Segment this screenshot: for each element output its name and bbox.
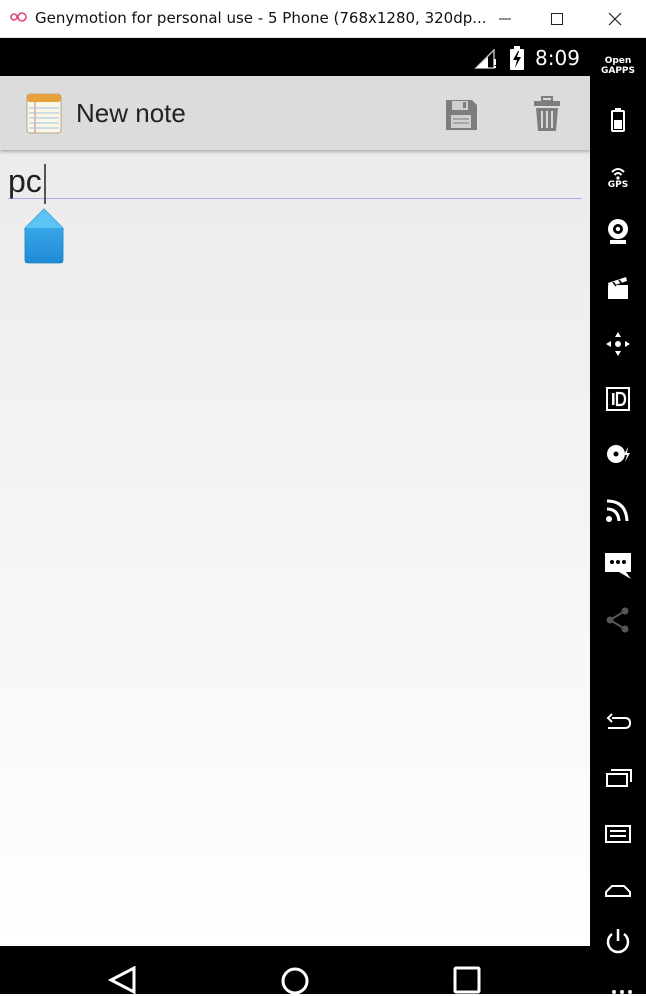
action-bar: New note — [0, 76, 590, 150]
webcam-widget-button[interactable] — [590, 211, 646, 251]
back-icon[interactable] — [108, 966, 138, 994]
save-icon — [446, 100, 477, 130]
network-icon — [606, 499, 629, 522]
side-home-button[interactable] — [590, 868, 646, 908]
save-button[interactable] — [440, 94, 482, 136]
open-gapps-line2: GAPPS — [600, 66, 636, 76]
text-selection-handle[interactable] — [24, 208, 66, 266]
menu-icon — [605, 825, 631, 843]
phone-screen: 8:09 New note pc — [0, 38, 590, 996]
screen-title: New note — [76, 98, 186, 128]
maximize-button[interactable] — [530, 0, 584, 38]
side-power-button[interactable] — [590, 920, 646, 960]
note-text: pc — [8, 163, 42, 199]
screencast-widget-button[interactable] — [590, 268, 646, 308]
genymotion-side-panel: Open GAPPS GPS — [590, 38, 646, 994]
side-recents-button[interactable] — [590, 758, 646, 798]
device-id-widget-button[interactable] — [590, 379, 646, 419]
dpad-widget-button[interactable] — [590, 324, 646, 364]
gps-widget-button[interactable]: GPS — [590, 158, 646, 198]
screencast-icon — [608, 277, 628, 299]
notepad-icon[interactable] — [26, 92, 62, 134]
sms-icon — [605, 553, 631, 579]
status-clock: 8:09 — [535, 46, 580, 70]
battery-icon — [611, 108, 625, 132]
text-cursor — [44, 164, 46, 204]
open-gapps-button[interactable]: Open GAPPS — [590, 56, 646, 76]
home-icon — [605, 885, 631, 897]
close-button[interactable] — [588, 0, 642, 38]
battery-widget-button[interactable] — [590, 100, 646, 140]
recents-icon — [606, 769, 632, 787]
share-icon — [606, 607, 629, 633]
genymotion-logo-icon — [10, 12, 27, 22]
disk-io-widget-button[interactable] — [590, 434, 646, 474]
dpad-icon — [606, 332, 630, 356]
sms-widget-button[interactable] — [590, 544, 646, 584]
maximize-icon — [551, 13, 563, 25]
share-widget-button[interactable] — [590, 600, 646, 640]
more-icon[interactable] — [610, 984, 634, 994]
recents-icon[interactable] — [453, 966, 481, 994]
window-titlebar: Genymotion for personal use - 5 Phone (7… — [0, 0, 646, 38]
network-widget-button[interactable] — [590, 490, 646, 530]
disk-io-icon — [607, 445, 630, 463]
note-editor-area[interactable]: pc — [0, 150, 590, 946]
note-text-field[interactable]: pc — [8, 162, 582, 204]
gps-label: GPS — [607, 180, 629, 190]
close-icon — [608, 12, 622, 26]
power-icon — [606, 929, 630, 954]
webcam-icon — [608, 219, 628, 244]
battery-charging-icon — [510, 46, 524, 70]
back-icon — [606, 713, 632, 729]
minimize-icon — [499, 18, 511, 20]
side-menu-button[interactable] — [590, 812, 646, 852]
device-id-icon — [606, 387, 630, 411]
trash-icon — [534, 96, 560, 131]
window-title: Genymotion for personal use - 5 Phone (7… — [35, 9, 487, 27]
home-icon[interactable] — [280, 966, 310, 996]
signal-icon — [474, 49, 496, 69]
minimize-button[interactable] — [478, 0, 532, 38]
side-back-button[interactable] — [590, 702, 646, 742]
navigation-bar — [0, 946, 590, 996]
open-gapps-line1: Open — [604, 56, 632, 66]
status-bar: 8:09 — [0, 38, 590, 76]
delete-button[interactable] — [526, 94, 568, 136]
